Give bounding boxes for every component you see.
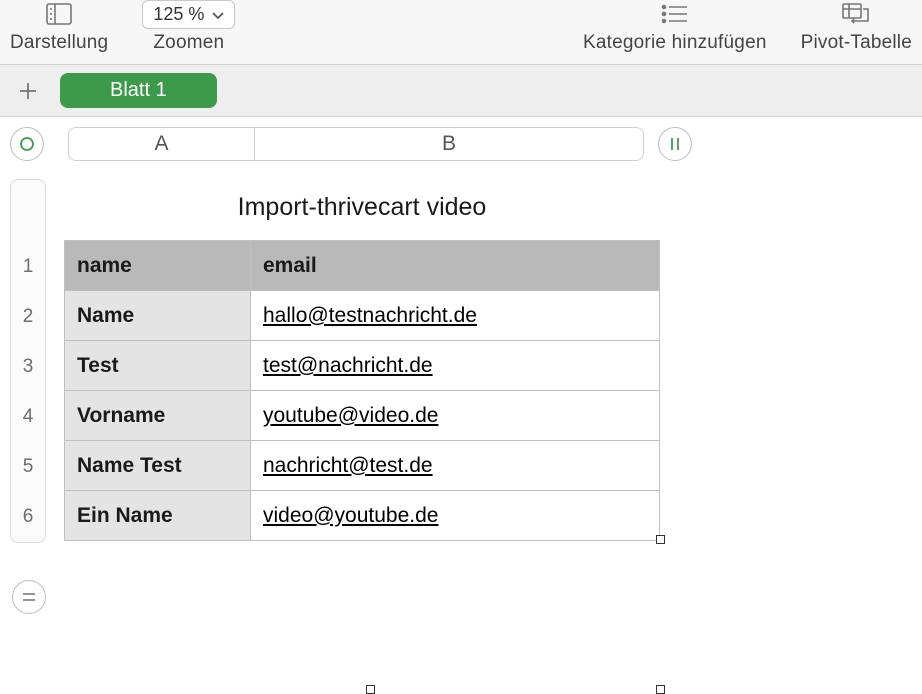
row-header-2[interactable]: 2 — [11, 292, 45, 342]
table-row[interactable]: Ein Name video@youtube.de — [65, 491, 660, 541]
toolbar-view[interactable]: Darstellung — [10, 0, 108, 58]
pivot-icon — [842, 0, 870, 28]
toolbar-add-category[interactable]: Kategorie hinzufügen — [583, 0, 767, 58]
toolbar: Darstellung 125 % Zoomen — [0, 0, 922, 65]
sheet-area: A B 1 2 3 4 5 6 Import-thrivecart video … — [0, 117, 922, 616]
tab-sheet-1[interactable]: Blatt 1 — [60, 73, 217, 108]
email-link[interactable]: test@nachricht.de — [263, 354, 433, 377]
data-table[interactable]: name email Name hallo@testnachricht.de T… — [64, 240, 660, 541]
row-add-handle[interactable] — [12, 580, 46, 614]
select-all-circle[interactable] — [10, 127, 44, 161]
row-headers: 1 2 3 4 5 6 — [10, 179, 46, 543]
table-row[interactable]: Test test@nachricht.de — [65, 341, 660, 391]
row-header-4[interactable]: 4 — [11, 392, 45, 442]
cell-name[interactable]: Test — [65, 341, 251, 391]
row-header-3[interactable]: 3 — [11, 342, 45, 392]
toolbar-add-category-label: Kategorie hinzufügen — [583, 32, 767, 58]
table-row[interactable]: Name Test nachricht@test.de — [65, 441, 660, 491]
table-header-row[interactable]: name email — [65, 241, 660, 291]
row-header-5[interactable]: 5 — [11, 442, 45, 492]
cell-email[interactable]: hallo@testnachricht.de — [251, 291, 660, 341]
header-email[interactable]: email — [251, 241, 660, 291]
selection-handle[interactable] — [656, 535, 665, 544]
header-name[interactable]: name — [65, 241, 251, 291]
cell-email[interactable]: youtube@video.de — [251, 391, 660, 441]
column-add-handle[interactable] — [658, 127, 692, 161]
selection-handle[interactable] — [656, 685, 665, 694]
list-icon — [661, 0, 689, 28]
table-row[interactable]: Vorname youtube@video.de — [65, 391, 660, 441]
cell-email[interactable]: video@youtube.de — [251, 491, 660, 541]
zoom-value: 125 % — [153, 4, 204, 25]
cell-email[interactable]: nachricht@test.de — [251, 441, 660, 491]
email-link[interactable]: hallo@testnachricht.de — [263, 304, 477, 327]
toolbar-view-label: Darstellung — [10, 32, 108, 58]
row-header-1[interactable]: 1 — [11, 242, 45, 292]
cell-name[interactable]: Ein Name — [65, 491, 251, 541]
sidebar-layout-icon — [46, 0, 72, 28]
table-row[interactable]: Name hallo@testnachricht.de — [65, 291, 660, 341]
cell-name[interactable]: Vorname — [65, 391, 251, 441]
column-header-b[interactable]: B — [255, 128, 643, 160]
column-headers: A B — [68, 127, 644, 161]
cell-name[interactable]: Name Test — [65, 441, 251, 491]
chevron-down-icon — [212, 4, 224, 25]
toolbar-pivot-label: Pivot-Tabelle — [801, 32, 912, 58]
toolbar-zoom[interactable]: 125 % Zoomen — [142, 0, 235, 58]
add-sheet-button[interactable] — [8, 71, 48, 111]
cell-email[interactable]: test@nachricht.de — [251, 341, 660, 391]
email-link[interactable]: youtube@video.de — [263, 404, 438, 427]
email-link[interactable]: nachricht@test.de — [263, 454, 433, 477]
toolbar-pivot[interactable]: Pivot-Tabelle — [801, 0, 912, 58]
sheet-tab-bar: Blatt 1 — [0, 65, 922, 117]
toolbar-zoom-label: Zoomen — [153, 32, 224, 58]
table-title[interactable]: Import-thrivecart video — [64, 179, 660, 240]
zoom-dropdown[interactable]: 125 % — [142, 0, 235, 29]
email-link[interactable]: video@youtube.de — [263, 504, 438, 527]
cell-name[interactable]: Name — [65, 291, 251, 341]
column-header-a[interactable]: A — [69, 128, 255, 160]
selection-handle[interactable] — [366, 685, 375, 694]
table-block: Import-thrivecart video name email Name … — [64, 179, 660, 543]
row-header-6[interactable]: 6 — [11, 492, 45, 542]
